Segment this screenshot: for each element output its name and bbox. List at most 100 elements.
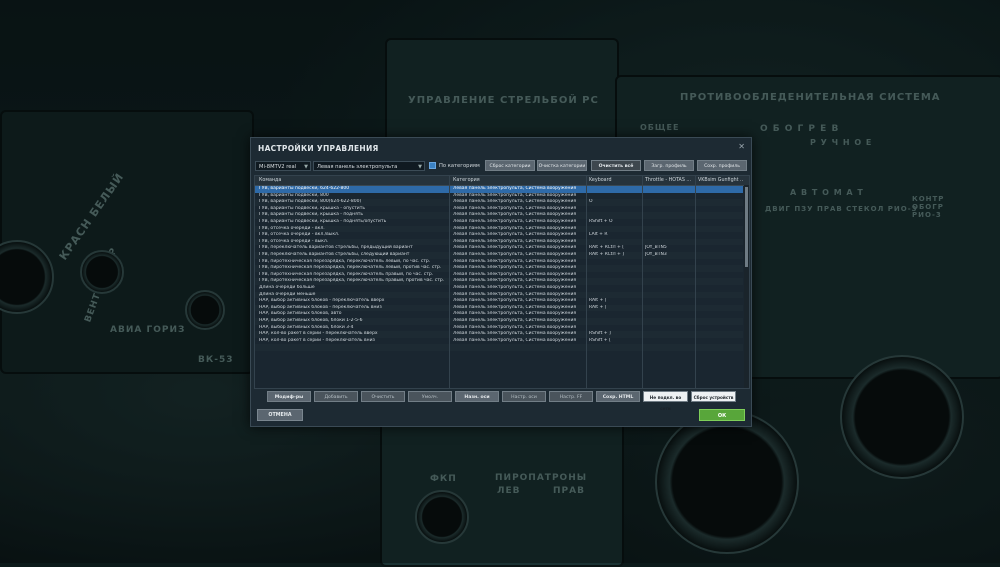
- table-row[interactable]: ГУВ, отсечка очереди - вкл./выкл. Левая п…: [255, 232, 743, 239]
- scrollbar-thumb[interactable]: [745, 187, 748, 267]
- column-category[interactable]: Категория: [453, 176, 480, 185]
- cell-cat: Левая панель электропульта, Система воор…: [453, 285, 577, 290]
- close-icon[interactable]: ✕: [738, 142, 745, 151]
- table-row[interactable]: ГУВ, варианты подвески, крышка - поднять…: [255, 212, 743, 219]
- table-header: Команда Категория Keyboard Throttle - HO…: [255, 176, 749, 186]
- category-select[interactable]: Левая панель электропульта ▼: [313, 161, 425, 171]
- cell-cmd: НАР, выбор активных блоков, блоки 3-4: [259, 324, 354, 330]
- cell-cmd: НАР, выбор активных блоков - переключате…: [259, 298, 385, 304]
- clear-all-button[interactable]: Очистить всё: [591, 160, 641, 171]
- ff-tune-button[interactable]: Настр. FF: [549, 391, 593, 402]
- cell-cat: Левая панель электропульта, Система воор…: [453, 186, 577, 191]
- table-row[interactable]: ГУВ, варианты подвески, крышка - опустит…: [255, 206, 743, 213]
- cell-cat: Левая панель электропульта, Система воор…: [453, 245, 577, 251]
- assign-axis-button[interactable]: Назн. оси: [455, 391, 499, 402]
- table-row[interactable]: ГУВ, пиротехническая перезарядка, перекл…: [255, 278, 743, 285]
- cell-cat: Левая панель электропульта, Система воор…: [453, 291, 577, 297]
- table-row[interactable]: НАР, выбор активных блоков, авто Левая па…: [255, 311, 743, 318]
- reset-category-button[interactable]: Сброс категории: [485, 160, 535, 171]
- cell-cat: Левая панель электропульта, Система воор…: [453, 265, 577, 271]
- cell-kb: RShift + [: [589, 337, 611, 343]
- cell-cmd: Длина очереди меньше: [259, 291, 316, 297]
- ok-button[interactable]: ОК: [699, 409, 745, 421]
- by-categories-checkbox[interactable]: [429, 162, 436, 169]
- cell-cmd: ГУВ, переключатель вариантов стрельбы, п…: [259, 245, 413, 251]
- cell-cat: Левая панель электропульта, Система воор…: [453, 271, 577, 277]
- cell-cmd: ГУВ, варианты подвески, крышка - поднять: [259, 212, 364, 218]
- column-divider: [695, 176, 696, 388]
- cell-cmd: НАР, кол-во ракет в серии - переключател…: [259, 331, 378, 337]
- add-button[interactable]: Добавить: [314, 391, 358, 402]
- table-row[interactable]: ГУВ, пиротехническая перезарядка, перекл…: [255, 265, 743, 272]
- reset-devices-button[interactable]: Сброс устройств: [691, 391, 736, 402]
- table-row[interactable]: ГУВ, варианты подвески, крышка - поднять…: [255, 219, 743, 226]
- table-row[interactable]: НАР, выбор активных блоков - переключате…: [255, 304, 743, 312]
- clear-category-button[interactable]: Очистка категории: [537, 160, 587, 171]
- save-html-button[interactable]: Сохр. HTML: [596, 391, 640, 402]
- column-divider: [642, 176, 643, 388]
- default-button[interactable]: Умолч.: [408, 391, 452, 402]
- cell-cat: Левая панель электропульта, Система воор…: [453, 304, 577, 310]
- column-vkb[interactable]: VKBsim Gunfight ...: [698, 176, 743, 185]
- clear-button[interactable]: Очистить: [361, 391, 405, 402]
- control-settings-dialog: НАСТРОЙКИ УПРАВЛЕНИЯ ✕ Mi-8MTV2 real ▼ Л…: [250, 137, 752, 427]
- table-row[interactable]: НАР, кол-во ракет в серии - переключател…: [255, 338, 743, 345]
- table-row[interactable]: НАР, выбор активных блоков - переключате…: [255, 298, 743, 305]
- aircraft-select-value: Mi-8MTV2 real: [259, 164, 297, 170]
- cell-cmd: ГУВ, пиротехническая перезарядка, перекл…: [259, 271, 434, 277]
- dialog-title: НАСТРОЙКИ УПРАВЛЕНИЯ: [258, 144, 379, 153]
- table-row[interactable]: Длина очереди меньше Левая панель электро…: [255, 291, 743, 299]
- load-profile-button[interactable]: Загр. профиль: [644, 160, 694, 171]
- cell-cmd: ГУВ, отсечка очереди - вкл./выкл.: [259, 232, 340, 238]
- column-divider: [449, 176, 450, 388]
- cell-cmd: ГУВ, пиротехническая перезарядка, перекл…: [259, 278, 445, 284]
- cell-cat: Левая панель электропульта, Система воор…: [453, 311, 577, 317]
- vertical-scrollbar[interactable]: [744, 185, 749, 388]
- by-categories-label: По категориям: [439, 163, 480, 169]
- save-profile-button[interactable]: Сохр. профиль: [697, 160, 747, 171]
- table-row[interactable]: ГУВ, варианты подвески, 800 Левая панель …: [255, 193, 743, 200]
- table-row[interactable]: ГУВ, переключатель вариантов стрельбы, с…: [255, 252, 743, 259]
- chevron-down-icon: ▼: [418, 164, 422, 170]
- table-row[interactable]: НАР, кол-во ракет в серии - переключател…: [255, 331, 743, 338]
- cell-thr: JOY_BTN3: [645, 252, 667, 257]
- cell-cmd: Длина очереди больше: [259, 285, 315, 290]
- modifiers-button[interactable]: Модиф-ры: [267, 391, 311, 402]
- column-throttle[interactable]: Throttle - HOTAS ...: [645, 176, 691, 185]
- offline-button[interactable]: Не подкл. во сети: [643, 391, 688, 411]
- table-row[interactable]: ГУВ, переключатель вариантов стрельбы, п…: [255, 245, 743, 252]
- cell-cat: Левая панель электропульта, Система воор…: [453, 258, 577, 264]
- table-row[interactable]: НАР, выбор активных блоков, блоки 1-2-5-…: [255, 318, 743, 325]
- category-select-value: Левая панель электропульта: [317, 164, 398, 170]
- cell-cmd: ГУВ, отсечка очереди - вкл.: [259, 225, 325, 231]
- table-row[interactable]: ГУВ, пиротехническая перезарядка, перекл…: [255, 259, 743, 266]
- cell-cmd: НАР, выбор активных блоков - переключате…: [259, 304, 382, 310]
- column-command[interactable]: Команда: [259, 176, 281, 185]
- column-keyboard[interactable]: Keyboard: [589, 176, 612, 185]
- table-row[interactable]: НАР, выбор активных блоков, блоки 3-4 Лев…: [255, 325, 743, 332]
- column-divider: [586, 176, 587, 388]
- table-row[interactable]: [255, 344, 743, 351]
- cell-cmd: ГУВ, варианты подвески, крышка - поднять…: [259, 219, 387, 224]
- cell-kb: RAlt + RCtrl + ]: [589, 252, 624, 257]
- cell-kb: RAlt + ]: [589, 298, 607, 304]
- cell-cat: Левая панель электропульта, Система воор…: [453, 219, 577, 224]
- cell-cat: Левая панель электропульта, Система воор…: [453, 298, 577, 304]
- table-row[interactable]: ГУВ, варианты подвески, 800(624-622-800)…: [255, 199, 743, 206]
- table-row[interactable]: ГУВ, варианты подвески, 624-622-800 Левая…: [255, 186, 743, 193]
- table-row[interactable]: ГУВ, отсечка очереди - вкл. Левая панель …: [255, 225, 743, 233]
- table-row[interactable]: Длина очереди больше Левая панель электро…: [255, 285, 743, 292]
- axis-tune-button[interactable]: Настр. оси: [502, 391, 546, 402]
- cell-cat: Левая панель электропульта, Система воор…: [453, 337, 577, 343]
- cell-kb: LAlt + R: [589, 232, 608, 238]
- cell-cat: Левая панель электропульта, Система воор…: [453, 331, 577, 337]
- table-row[interactable]: ГУВ, пиротехническая перезарядка, перекл…: [255, 272, 743, 279]
- cancel-button[interactable]: ОТМЕНА: [257, 409, 303, 421]
- cell-cat: Левая панель электропульта, Система воор…: [453, 205, 577, 211]
- cell-thr: JOY_BTN5: [645, 245, 667, 251]
- aircraft-select[interactable]: Mi-8MTV2 real ▼: [255, 161, 311, 171]
- cell-cmd: ГУВ, переключатель вариантов стрельбы, с…: [259, 252, 410, 257]
- cell-kb: RAlt + [: [589, 304, 607, 310]
- table-row[interactable]: ГУВ, отсечка очереди - выкл. Левая панель…: [255, 238, 743, 246]
- cell-kb: RShift + ]: [589, 331, 611, 337]
